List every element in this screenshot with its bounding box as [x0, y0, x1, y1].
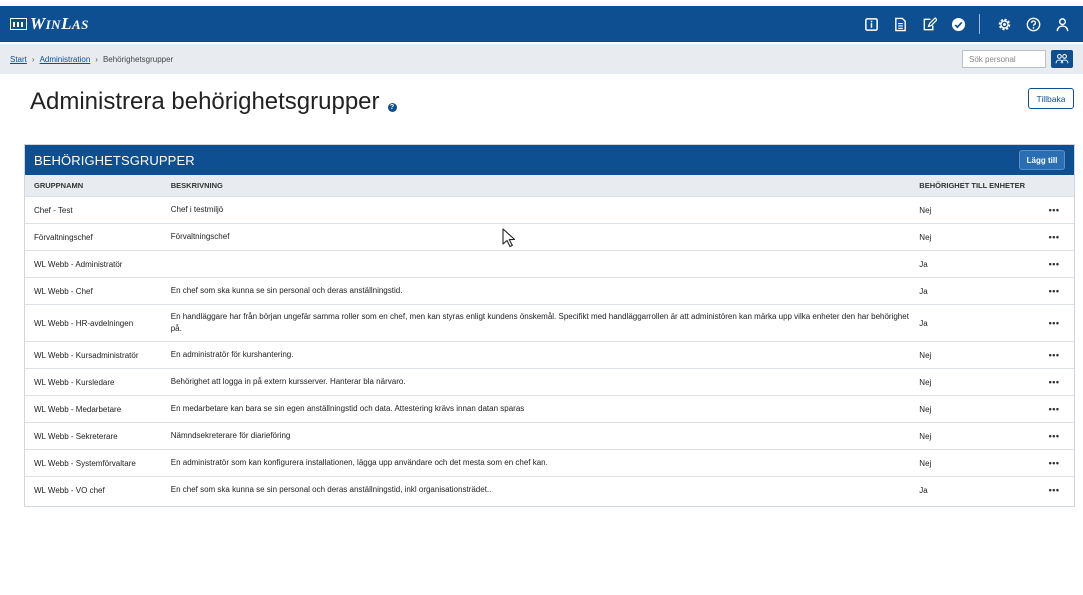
people-search-button[interactable]: [1051, 50, 1073, 68]
panel-title: BEHÖRIGHETSGRUPPER: [34, 152, 195, 168]
table-row[interactable]: Förvaltningschef Förvaltningschef Nej ••…: [25, 223, 1074, 250]
help-icon[interactable]: ?: [387, 102, 397, 112]
group-description: En chef som ska kunna se sin personal oc…: [170, 485, 492, 494]
group-description: Förvaltningschef: [170, 232, 230, 241]
row-menu-button[interactable]: •••: [1034, 404, 1074, 414]
group-name: WL Webb - Administratör: [34, 259, 123, 269]
group-description: Chef i testmiljö: [170, 205, 224, 214]
help-icon[interactable]: [1022, 13, 1044, 35]
column-header-name[interactable]: GRUPPNAMN: [25, 181, 171, 190]
edit-icon[interactable]: [918, 13, 940, 35]
group-name: WL Webb - HR-avdelningen: [34, 318, 134, 328]
row-menu-button[interactable]: •••: [1034, 286, 1074, 296]
group-name: WL Webb - Kursledare: [34, 377, 115, 387]
divider: [979, 14, 980, 34]
logo-text: WINLAS: [30, 14, 89, 33]
table-row[interactable]: WL Webb - Chef En chef som ska kunna se …: [25, 277, 1074, 304]
mouse-cursor-icon: [502, 228, 516, 248]
group-units-permission: Nej: [919, 205, 932, 215]
table-row[interactable]: WL Webb - Medarbetare En medarbetare kan…: [25, 395, 1074, 422]
group-name: Förvaltningschef: [34, 232, 93, 242]
table-header: GRUPPNAMN BESKRIVNING BEHÖRIGHET TILL EN…: [25, 175, 1074, 196]
table-row[interactable]: WL Webb - Kursadministratör En administr…: [25, 341, 1074, 368]
table-row[interactable]: WL Webb - Kursledare Behörighet att logg…: [25, 368, 1074, 395]
page-title-text: Administrera behörighetsgrupper: [30, 88, 380, 115]
table-row[interactable]: WL Webb - Administratör Ja •••: [25, 250, 1074, 277]
group-units-permission: Ja: [919, 286, 928, 296]
table-row[interactable]: WL Webb - Systemförvaltare En administra…: [25, 449, 1074, 476]
settings-icon[interactable]: [993, 13, 1015, 35]
table-row[interactable]: WL Webb - HR-avdelningen En handläggare …: [25, 304, 1074, 341]
group-units-permission: Ja: [919, 259, 928, 269]
row-menu-button[interactable]: •••: [1034, 232, 1074, 242]
group-name: WL Webb - Kursadministratör: [34, 350, 139, 360]
table-body: Chef - Test Chef i testmiljö Nej ••• För…: [25, 196, 1074, 503]
row-menu-button[interactable]: •••: [1034, 259, 1074, 269]
document-icon[interactable]: [889, 13, 911, 35]
group-description: En administratör för kurshantering.: [170, 350, 294, 359]
table-row[interactable]: WL Webb - VO chef En chef som ska kunna …: [25, 476, 1074, 503]
group-name: WL Webb - Sekreterare: [34, 431, 118, 441]
group-units-permission: Nej: [919, 350, 932, 360]
people-icon: [1055, 54, 1069, 64]
row-menu-button[interactable]: •••: [1034, 318, 1074, 328]
winlas-logo[interactable]: WINLAS: [10, 14, 89, 34]
column-header-units[interactable]: BEHÖRIGHET TILL ENHETER: [919, 181, 1034, 190]
table-row[interactable]: Chef - Test Chef i testmiljö Nej •••: [25, 196, 1074, 223]
panel-header: BEHÖRIGHETSGRUPPER Lägg till: [25, 145, 1074, 175]
info-icon[interactable]: [860, 13, 882, 35]
group-name: WL Webb - VO chef: [34, 485, 105, 495]
group-units-permission: Nej: [919, 232, 932, 242]
row-menu-button[interactable]: •••: [1034, 458, 1074, 468]
group-name: Chef - Test: [34, 205, 73, 215]
group-units-permission: Nej: [919, 377, 932, 387]
group-description: Nämndsekreterare för diarieföring: [170, 431, 291, 440]
breadcrumb-current: Behörighetsgrupper: [102, 54, 174, 64]
page-title: Administrera behörighetsgrupper ?: [30, 88, 397, 116]
back-button[interactable]: Tillbaka: [1028, 88, 1074, 109]
permission-groups-panel: BEHÖRIGHETSGRUPPER Lägg till GRUPPNAMN B…: [24, 144, 1075, 507]
row-menu-button[interactable]: •••: [1034, 350, 1074, 360]
group-description: En handläggare har från början ungefär s…: [170, 312, 909, 333]
row-menu-button[interactable]: •••: [1034, 205, 1074, 215]
group-name: WL Webb - Systemförvaltare: [34, 458, 136, 468]
user-icon[interactable]: [1051, 13, 1073, 35]
group-name: WL Webb - Medarbetare: [34, 404, 122, 414]
group-units-permission: Nej: [919, 458, 932, 468]
row-menu-button[interactable]: •••: [1034, 431, 1074, 441]
row-menu-button[interactable]: •••: [1034, 377, 1074, 387]
breadcrumb-bar: Start › Administration › Behörighetsgrup…: [0, 44, 1083, 74]
add-button[interactable]: Lägg till: [1019, 150, 1065, 170]
group-units-permission: Ja: [919, 485, 928, 495]
row-menu-button[interactable]: •••: [1034, 485, 1074, 495]
group-description: Behörighet att logga in på extern kursse…: [170, 377, 406, 386]
breadcrumb-start[interactable]: Start: [10, 55, 27, 64]
group-description: En chef som ska kunna se sin personal oc…: [170, 286, 403, 295]
group-units-permission: Ja: [919, 318, 928, 328]
group-units-permission: Nej: [919, 431, 932, 441]
top-navigation-bar: WINLAS: [0, 6, 1083, 42]
search-personnel-input[interactable]: [962, 50, 1046, 68]
group-description: En medarbetare kan bara se sin egen anst…: [170, 404, 525, 413]
column-header-description[interactable]: BESKRIVNING: [171, 181, 920, 190]
group-units-permission: Nej: [919, 404, 932, 414]
breadcrumb-administration[interactable]: Administration: [40, 55, 91, 64]
table-row[interactable]: WL Webb - Sekreterare Nämndsekreterare f…: [25, 422, 1074, 449]
group-description: En administratör som kan konfigurera ins…: [170, 458, 548, 467]
breadcrumb-separator: ›: [31, 54, 35, 64]
group-name: WL Webb - Chef: [34, 286, 93, 296]
check-circle-icon[interactable]: [947, 13, 969, 35]
breadcrumb-separator: ›: [95, 54, 98, 64]
logo-icon: [10, 18, 27, 30]
